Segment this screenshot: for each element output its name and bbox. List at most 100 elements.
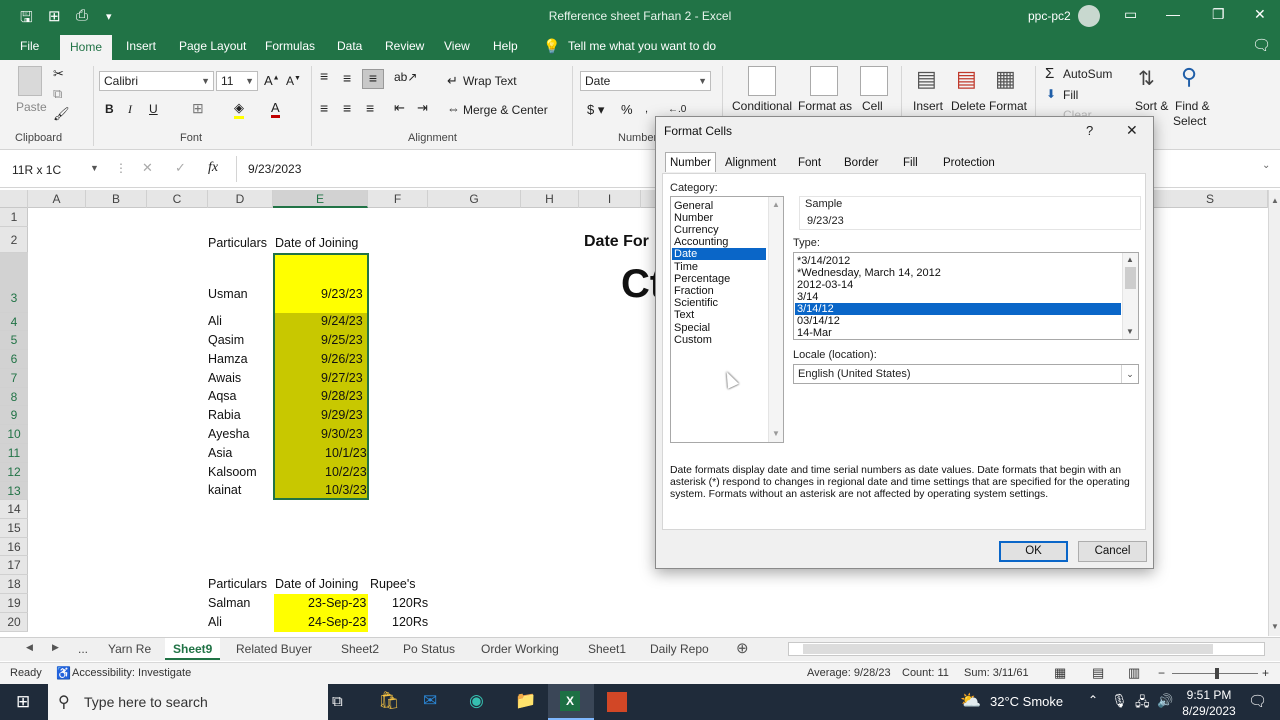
date-cell[interactable]: 10/1/23 xyxy=(325,446,367,460)
tab-fill[interactable]: Fill xyxy=(903,153,918,173)
weather-text[interactable]: 32°C Smoke xyxy=(990,694,1063,709)
zoom-in-icon[interactable]: + xyxy=(1262,666,1269,680)
sheet-tab[interactable]: Order Working xyxy=(481,638,559,660)
category-item[interactable]: Fraction xyxy=(674,285,714,297)
powerpoint-icon[interactable] xyxy=(607,692,627,712)
date-cell[interactable]: 9/27/23 xyxy=(321,371,363,385)
delete-cells-button[interactable]: Delete xyxy=(951,99,986,113)
date-cell[interactable]: 9/26/23 xyxy=(321,352,363,366)
name-cell[interactable]: Kalsoom xyxy=(208,465,257,479)
comma-style-icon[interactable]: , xyxy=(645,103,648,115)
name-cell[interactable]: Ayesha xyxy=(208,427,249,441)
scroll-up-icon[interactable]: ▲ xyxy=(1126,255,1134,264)
scroll-down-icon[interactable]: ▼ xyxy=(772,429,780,438)
paste-button[interactable]: Paste xyxy=(16,100,47,114)
row-header[interactable]: 1 xyxy=(0,208,28,227)
category-scrollbar[interactable]: ▲ ▼ xyxy=(768,197,783,442)
category-item[interactable]: Number xyxy=(674,212,713,224)
name-box-dropdown-icon[interactable]: ▼ xyxy=(90,163,99,173)
header-particulars[interactable]: Particulars xyxy=(208,236,267,250)
rupees-cell[interactable]: 120Rs xyxy=(392,615,428,629)
type-item-selected[interactable]: 3/14/12 xyxy=(795,303,1121,315)
close-window-icon[interactable]: ✕ xyxy=(1254,6,1266,23)
scroll-down-icon[interactable]: ▼ xyxy=(1126,327,1134,336)
tab-file[interactable]: File xyxy=(20,32,39,60)
percent-button[interactable]: % xyxy=(621,102,633,117)
table2-header[interactable]: Particulars xyxy=(208,577,267,591)
clock-date[interactable]: 8/29/2023 xyxy=(1178,704,1240,718)
mail-icon[interactable]: ✉ xyxy=(423,691,437,711)
date-cell[interactable]: 10/3/23 xyxy=(325,483,367,497)
minimize-icon[interactable]: — xyxy=(1166,6,1180,22)
date-format-heading[interactable]: Date For xyxy=(584,233,649,251)
store-icon[interactable]: 🛍 xyxy=(378,691,400,711)
align-middle-icon[interactable]: ≡ xyxy=(343,70,351,86)
edge-icon[interactable]: ◉ xyxy=(469,691,484,711)
column-header[interactable]: G xyxy=(428,190,521,208)
increase-decimal-icon[interactable]: ←.0 xyxy=(668,104,686,115)
date-cell[interactable]: 24-Sep-23 xyxy=(308,615,366,629)
category-list[interactable]: General Number Currency Accounting Date … xyxy=(670,196,784,443)
sheet-tab[interactable]: Related Buyer xyxy=(236,638,312,660)
category-item-selected[interactable]: Date xyxy=(672,248,766,260)
column-header[interactable]: C xyxy=(147,190,208,208)
date-cell[interactable]: 9/28/23 xyxy=(321,389,363,403)
align-top-icon[interactable]: ≡ xyxy=(320,68,328,84)
chevron-down-icon[interactable]: ⌄ xyxy=(1121,365,1138,383)
name-cell[interactable]: Hamza xyxy=(208,352,248,366)
show-hidden-icons[interactable]: ⌃ xyxy=(1088,693,1098,707)
normal-view-icon[interactable]: ▦ xyxy=(1054,665,1066,681)
tab-insert[interactable]: Insert xyxy=(126,32,156,60)
table2-header[interactable]: Date of Joining xyxy=(275,577,358,591)
tab-help[interactable]: Help xyxy=(493,32,518,60)
align-center-icon[interactable]: ≡ xyxy=(343,100,351,116)
category-item[interactable]: Custom xyxy=(674,334,712,346)
sheet-tab-ellipsis[interactable]: ... xyxy=(78,638,88,660)
next-sheet-icon[interactable]: ▶ xyxy=(52,642,59,653)
expand-formula-bar-icon[interactable]: ⌄ xyxy=(1262,160,1270,171)
sheet-tab[interactable]: Sheet1 xyxy=(588,638,626,660)
prev-sheet-icon[interactable]: ◀ xyxy=(26,642,33,653)
horizontal-scrollbar[interactable] xyxy=(788,642,1265,656)
row-header[interactable]: 8 xyxy=(0,388,28,406)
type-item[interactable]: 3/14 xyxy=(797,291,818,303)
date-cell[interactable]: 9/23/23 xyxy=(321,287,363,301)
category-item[interactable]: General xyxy=(674,200,713,212)
category-item[interactable]: Percentage xyxy=(674,273,730,285)
select-button[interactable]: Select xyxy=(1173,114,1206,128)
column-header[interactable]: H xyxy=(521,190,579,208)
orientation-icon[interactable]: ab↗ xyxy=(394,70,417,84)
tab-review[interactable]: Review xyxy=(385,32,424,60)
copy-icon[interactable]: ⧉ xyxy=(53,86,62,102)
network-icon[interactable]: 🖧 xyxy=(1135,693,1150,715)
italic-button[interactable]: I xyxy=(128,102,132,117)
row-header[interactable]: 15 xyxy=(0,519,28,538)
notifications-icon[interactable]: 🗨 xyxy=(1248,692,1267,710)
type-item[interactable]: 14-Mar xyxy=(797,327,832,339)
row-header[interactable]: 20 xyxy=(0,613,28,632)
name-cell[interactable]: Awais xyxy=(208,371,241,385)
insert-function-icon[interactable]: fx xyxy=(208,160,218,176)
avatar[interactable] xyxy=(1078,5,1100,27)
scroll-up-icon[interactable]: ▲ xyxy=(772,200,780,209)
align-bottom-icon[interactable]: ≡ xyxy=(362,69,384,89)
autosum-button[interactable]: AutoSum xyxy=(1063,67,1112,81)
status-sum[interactable]: Sum: 3/11/61 xyxy=(964,667,1029,679)
status-count[interactable]: Count: 11 xyxy=(902,667,949,679)
formula-input[interactable]: 9/23/2023 xyxy=(248,162,301,176)
add-sheet-icon[interactable]: ⊕ xyxy=(736,639,749,657)
row-header[interactable]: 14 xyxy=(0,500,28,519)
row-header[interactable]: 11 xyxy=(0,444,28,463)
name-cell[interactable]: Asia xyxy=(208,446,232,460)
row-header[interactable]: 16 xyxy=(0,538,28,556)
row-header[interactable]: 9 xyxy=(0,406,28,425)
row-header[interactable]: 19 xyxy=(0,594,28,613)
tab-font[interactable]: Font xyxy=(798,153,821,173)
wrap-text-button[interactable]: Wrap Text xyxy=(463,74,517,88)
category-item[interactable]: Text xyxy=(674,309,694,321)
font-color-icon[interactable]: A xyxy=(271,100,280,118)
increase-font-icon[interactable]: A▲ xyxy=(264,73,280,88)
taskbar-search-box[interactable]: ⚲ Type here to search xyxy=(48,684,328,720)
type-item[interactable]: 2012-03-14 xyxy=(797,279,853,291)
excel-taskbar-button[interactable]: X xyxy=(548,684,594,720)
